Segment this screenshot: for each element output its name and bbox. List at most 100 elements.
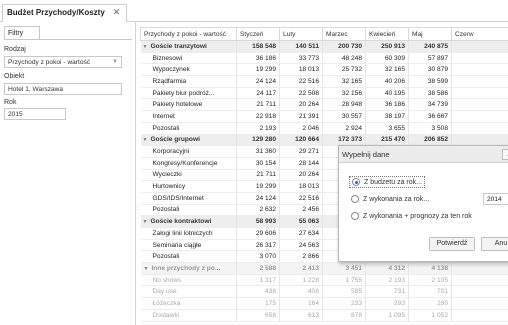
value-cell[interactable]: 2 xyxy=(451,63,508,77)
value-cell[interactable] xyxy=(451,297,508,310)
value-cell[interactable]: 22 516 xyxy=(279,192,323,205)
value-cell[interactable]: 4 138 xyxy=(408,262,452,275)
value-cell[interactable]: 32 165 xyxy=(322,75,366,88)
value-cell[interactable]: 3 508 xyxy=(408,122,452,135)
value-cell[interactable]: 1 228 xyxy=(279,274,323,287)
value-cell[interactable]: 30 557 xyxy=(322,110,366,123)
value-cell[interactable]: 172 373 xyxy=(322,134,366,147)
value-cell[interactable]: 878 xyxy=(322,309,366,322)
value-cell[interactable]: 280 xyxy=(408,297,452,310)
value-cell[interactable]: 31 360 xyxy=(236,145,280,158)
value-cell[interactable]: 20 264 xyxy=(279,169,323,182)
value-cell[interactable]: 206 852 xyxy=(408,134,452,147)
value-cell[interactable]: 158 548 xyxy=(236,40,280,53)
value-cell[interactable]: 2 924 xyxy=(322,122,366,135)
value-cell[interactable]: 3 xyxy=(451,110,508,123)
collapse-triangle-icon[interactable]: ▼ xyxy=(143,44,148,50)
table-row[interactable]: Pakiety biur podróż... 24 117 22 508 32 156… xyxy=(140,87,508,100)
splitter-grip-icon[interactable]: ::: xyxy=(137,203,139,215)
document-tab[interactable]: Budżet Przychody/Koszty ✕ xyxy=(2,4,128,22)
column-header-month[interactable]: Styczeń xyxy=(236,27,280,41)
value-cell[interactable]: 21 xyxy=(451,40,508,53)
group-row[interactable]: ▼ Goście tranzytowi 158 548 140 511 200 730 2… xyxy=(140,40,508,53)
value-cell[interactable]: 21 711 xyxy=(236,98,280,112)
value-cell[interactable]: 3 451 xyxy=(322,262,366,275)
value-cell[interactable] xyxy=(451,285,508,299)
value-cell[interactable]: 48 248 xyxy=(322,52,366,65)
value-cell[interactable]: 29 606 xyxy=(236,227,280,240)
value-cell[interactable] xyxy=(451,122,508,135)
value-cell[interactable]: 140 511 xyxy=(279,40,323,53)
value-cell[interactable]: 25 732 xyxy=(322,63,366,77)
value-cell[interactable]: 36 667 xyxy=(408,110,452,123)
value-cell[interactable]: 36 186 xyxy=(236,52,280,65)
value-cell[interactable]: 2 413 xyxy=(279,262,323,275)
value-cell[interactable]: 701 xyxy=(408,285,452,299)
filters-tab[interactable]: Filtry xyxy=(4,26,40,40)
value-cell[interactable]: 1 052 xyxy=(408,309,452,322)
obiekt-field[interactable]: Hotel 1, Warszawa xyxy=(4,83,122,95)
value-cell[interactable]: 1 755 xyxy=(322,274,366,287)
value-cell[interactable]: 27 634 xyxy=(279,227,323,240)
table-row[interactable]: Pozostali 2 193 2 046 2 924 3 655 3 508 xyxy=(140,122,508,135)
column-header-month[interactable]: Luty xyxy=(279,27,323,41)
value-cell[interactable]: 36 186 xyxy=(365,98,409,112)
value-cell[interactable]: 24 563 xyxy=(279,239,323,252)
value-cell[interactable]: 129 280 xyxy=(236,134,280,147)
value-cell[interactable]: 293 xyxy=(365,297,409,310)
collapse-triangle-icon[interactable]: ▼ xyxy=(143,219,148,225)
value-cell[interactable]: 613 xyxy=(279,309,323,322)
value-cell[interactable]: 2 866 xyxy=(279,250,323,264)
table-row[interactable]: Dostawki 658 613 878 1 095 1 052 xyxy=(140,309,508,322)
value-cell[interactable]: 2 046 xyxy=(279,122,323,135)
collapse-triangle-icon[interactable]: ▼ xyxy=(143,137,148,143)
value-cell[interactable]: 215 470 xyxy=(365,134,409,147)
table-row[interactable]: Łóżeczka 175 164 233 293 280 xyxy=(140,297,508,310)
column-header-month[interactable]: Kwiecień xyxy=(365,27,409,41)
value-cell[interactable]: 34 739 xyxy=(408,98,452,112)
value-cell[interactable]: 24 124 xyxy=(236,75,280,88)
value-cell[interactable]: 24 124 xyxy=(236,192,280,205)
value-cell[interactable] xyxy=(451,309,508,322)
value-cell[interactable]: 58 993 xyxy=(236,215,280,228)
value-cell[interactable]: 32 165 xyxy=(365,63,409,77)
value-cell[interactable]: 38 586 xyxy=(408,87,452,100)
value-cell[interactable]: 28 144 xyxy=(279,157,323,170)
option-execution-year[interactable]: Z wykonania za rok... xyxy=(351,195,429,203)
value-cell[interactable]: 164 xyxy=(279,297,323,310)
value-cell[interactable]: 19 299 xyxy=(236,63,280,77)
dialog-menu-button[interactable]: ... xyxy=(502,149,508,160)
value-cell[interactable]: 30 879 xyxy=(408,63,452,77)
value-cell[interactable]: 3 655 xyxy=(365,122,409,135)
value-cell[interactable]: 2 193 xyxy=(236,122,280,135)
table-row[interactable]: No shows 1 317 1 228 1 755 2 193 2 105 xyxy=(140,274,508,287)
value-cell[interactable]: 3 xyxy=(451,75,508,88)
cancel-button[interactable]: Anu xyxy=(481,237,508,251)
value-cell[interactable]: 250 913 xyxy=(365,40,409,53)
value-cell[interactable]: 658 xyxy=(236,309,280,322)
column-header-month[interactable]: Czerw xyxy=(451,27,508,41)
value-cell[interactable]: 33 773 xyxy=(279,52,323,65)
value-cell[interactable]: 4 312 xyxy=(365,262,409,275)
value-cell[interactable]: 30 154 xyxy=(236,157,280,170)
value-cell[interactable]: 22 516 xyxy=(279,75,323,88)
column-header-month[interactable]: Maj xyxy=(408,27,452,41)
value-cell[interactable] xyxy=(451,274,508,287)
value-cell[interactable]: 55 063 xyxy=(279,215,323,228)
value-cell[interactable]: 731 xyxy=(365,285,409,299)
value-cell[interactable]: 18 013 xyxy=(279,180,323,193)
value-cell[interactable]: 57 897 xyxy=(408,52,452,65)
value-cell[interactable]: 233 xyxy=(322,297,366,310)
value-cell[interactable]: 408 xyxy=(279,285,323,299)
value-cell[interactable]: 585 xyxy=(322,285,366,299)
value-cell[interactable]: 38 197 xyxy=(365,110,409,123)
value-cell[interactable]: 22 508 xyxy=(279,87,323,100)
value-cell[interactable]: 3 xyxy=(451,87,508,100)
value-cell[interactable]: 175 xyxy=(236,297,280,310)
value-cell[interactable]: 438 xyxy=(236,285,280,299)
value-cell[interactable]: 1 317 xyxy=(236,274,280,287)
chevron-down-icon[interactable]: ▼ xyxy=(112,59,118,65)
value-cell[interactable]: 28 948 xyxy=(322,98,366,112)
close-icon[interactable]: ✕ xyxy=(113,8,121,22)
radio-selected-icon[interactable] xyxy=(352,178,360,186)
